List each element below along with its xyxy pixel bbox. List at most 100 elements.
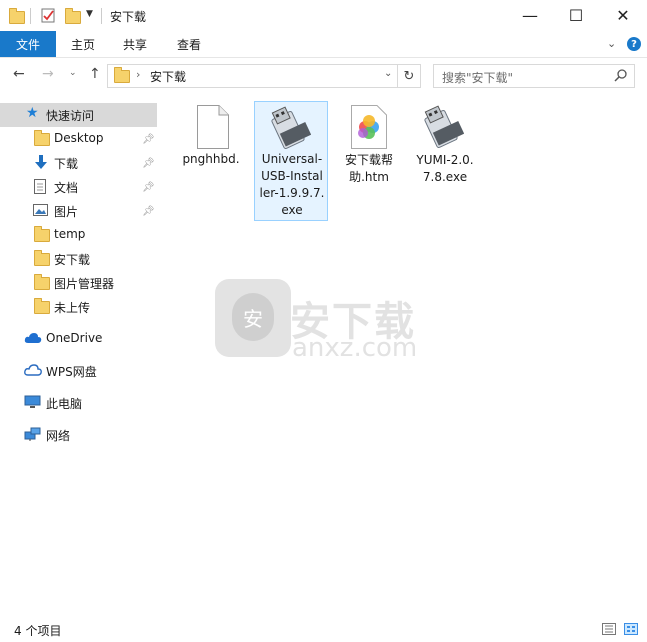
minimize-button[interactable]: — [507,0,553,31]
sidebar-item-anxz[interactable]: 安下载 [0,247,157,271]
sidebar-item-label: OneDrive [46,331,103,345]
folder-icon [34,298,50,315]
address-bar[interactable]: › 安下载 ⌄ [107,64,398,88]
refresh-button[interactable]: ↻ [397,64,421,88]
sidebar-item-documents[interactable]: 文档 📌︎ [0,175,157,199]
window-title: 安下载 [110,10,147,24]
folder-icon [34,274,50,291]
file-name-line: YUMI-2.0. [416,153,474,167]
folder-icon [114,67,130,83]
sidebar-item-label: 图片管理器 [54,277,115,291]
tab-file[interactable]: 文件 [0,31,56,57]
wps-cloud-icon [24,364,42,378]
cloud-icon [24,332,42,346]
up-arrow-icon[interactable]: ↑ [89,66,101,82]
file-item[interactable]: pnghhbd. [174,103,248,173]
sidebar-item-label: Desktop [54,131,104,145]
sidebar-item-pictures[interactable]: 图片 📌︎ [0,199,157,223]
sidebar-item-downloads[interactable]: 下载 📌︎ [0,151,157,175]
navigation-pane: ★ 快速访问 Desktop 📌︎ 下载 📌︎ 文档 📌︎ 图片 📌︎ temp… [0,93,160,617]
sidebar-item-not-uploaded[interactable]: 未上传 [0,295,157,319]
tab-home[interactable]: 主页 [62,31,104,57]
sidebar-item-label: 图片 [54,205,79,219]
colorful-htm-icon [351,105,387,154]
status-bar: 4 个项目 [0,617,647,642]
help-icon[interactable]: ? [627,37,641,51]
folder-icon [34,130,50,147]
maximize-button[interactable]: ☐ [553,0,599,31]
file-name-line: Universal- [261,152,323,166]
tab-view[interactable]: 查看 [168,31,210,57]
sidebar-item-label: 网络 [46,429,71,443]
folder-icon [34,250,50,267]
tab-share[interactable]: 共享 [114,31,156,57]
watermark-domain: anxz.com [292,333,418,363]
pin-icon[interactable]: 📌︎ [142,134,155,145]
search-placeholder: 搜索"安下载" [442,71,514,85]
sidebar-item-label: 此电脑 [46,397,83,411]
file-item-selected[interactable]: Universal- USB-Instal ler-1.9.9.7. exe [254,101,328,221]
breadcrumb-current[interactable]: 安下载 [150,68,186,85]
computer-icon [24,395,41,409]
breadcrumb-separator-icon: › [136,68,141,81]
search-input[interactable]: 搜索"安下载" [433,64,635,88]
usb-drive-icon [424,105,465,154]
forward-arrow-icon[interactable]: → [42,66,54,82]
title-bar: ▼ 安下载 — ☐ ✕ [0,0,647,31]
search-icon [614,68,628,85]
sidebar-item-label: temp [54,227,86,241]
sidebar-item-network[interactable]: 网络 [0,423,157,447]
properties-checkmark-icon[interactable] [41,7,55,23]
refresh-icon: ↻ [403,68,415,84]
sidebar-item-picture-manager[interactable]: 图片管理器 [0,271,157,295]
sidebar-item-wps[interactable]: WPS网盘 [0,359,157,383]
large-icons-view-icon[interactable] [624,623,638,638]
sidebar-item-label: 安下载 [54,253,91,267]
folder-icon [9,7,25,24]
sidebar-item-label: 快速访问 [46,109,95,123]
close-button[interactable]: ✕ [600,0,646,31]
sidebar-item-label: WPS网盘 [46,365,97,379]
document-icon [34,179,48,194]
ribbon-tabs: 文件 主页 共享 查看 ⌄ ? [0,31,647,58]
sidebar-item-label: 下载 [54,157,79,171]
sidebar-item-desktop[interactable]: Desktop 📌︎ [0,127,157,151]
network-icon [24,427,41,441]
pin-icon[interactable]: 📌︎ [142,158,155,169]
sidebar-item-temp[interactable]: temp [0,223,157,247]
recent-locations-chevron-icon[interactable]: ⌄ [69,68,77,78]
blank-file-icon [197,105,229,154]
watermark-badge: 安 [232,293,274,341]
file-name: pnghhbd. [182,152,240,166]
file-name-line: 助.htm [349,170,389,184]
picture-icon [33,204,48,218]
usb-drive-icon [271,106,312,155]
item-count: 4 个项目 [14,624,62,638]
file-item[interactable]: 安下载帮 助.htm [332,103,406,184]
back-arrow-icon[interactable]: ← [13,66,25,82]
pin-icon[interactable]: 📌︎ [142,206,155,217]
star-icon: ★ [26,105,39,121]
file-list-area: 安 安下载 anxz.com pnghhbd. Universal- USB-I… [160,93,647,617]
ribbon-expand-chevron-icon[interactable]: ⌄ [607,37,616,50]
download-arrow-icon [34,155,48,169]
file-name-line: 7.8.exe [422,170,468,184]
file-name-line: 安下载帮 [344,153,393,167]
sidebar-item-label: 文档 [54,181,79,195]
sidebar-item-this-pc[interactable]: 此电脑 [0,391,157,415]
address-dropdown-chevron-icon[interactable]: ⌄ [384,68,392,79]
folder-icon [34,226,50,243]
sidebar-item-onedrive[interactable]: OneDrive [0,327,157,351]
file-name-line: exe [281,203,303,217]
address-row: ← → ⌄ ↑ › 安下载 ⌄ ↻ 搜索"安下载" [0,57,647,93]
pin-icon[interactable]: 📌︎ [142,182,155,193]
sidebar-item-quick-access[interactable]: ★ 快速访问 [0,103,157,127]
new-folder-icon[interactable] [65,7,81,24]
file-name-line: ler-1.9.9.7. [259,186,325,200]
quick-access-dropdown-icon[interactable]: ▼ [86,9,93,19]
watermark-logo-icon: 安 [215,279,291,357]
file-name-line: USB-Instal [261,169,323,183]
details-view-icon[interactable] [602,623,616,638]
file-item[interactable]: YUMI-2.0. 7.8.exe [408,103,482,184]
sidebar-item-label: 未上传 [54,301,91,315]
